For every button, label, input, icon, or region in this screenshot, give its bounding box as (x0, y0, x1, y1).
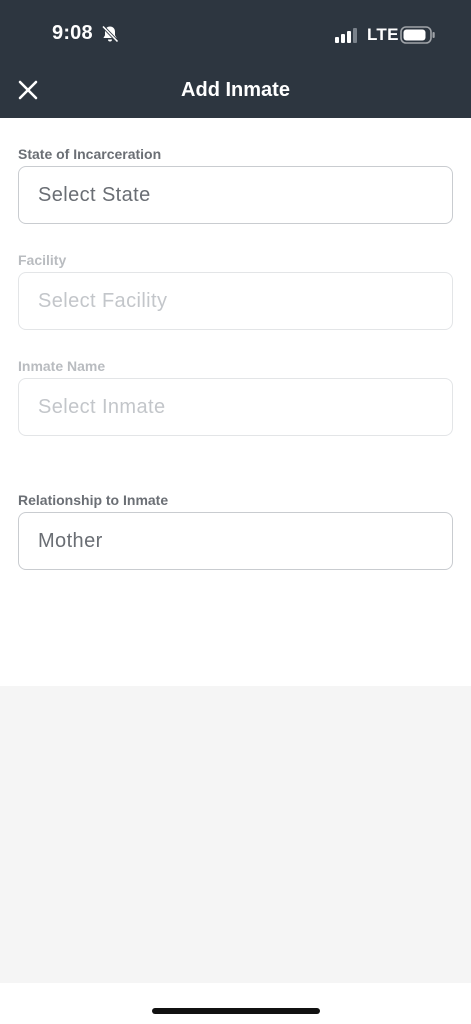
home-indicator[interactable] (152, 1008, 320, 1014)
network-type: LTE (367, 25, 399, 44)
bottom-panel (0, 686, 471, 983)
app-header: 9:08 LTE Add Inmate (0, 0, 471, 118)
relationship-select[interactable]: Mother (18, 512, 453, 570)
status-time: 9:08 (52, 22, 93, 44)
inmate-name-label: Inmate Name (18, 358, 106, 374)
facility-label: Facility (18, 252, 67, 268)
battery-icon (400, 26, 435, 44)
cellular-signal-icon (335, 28, 357, 43)
bell-slash-icon (101, 25, 119, 43)
add-inmate-screen: 9:08 LTE Add Inmate State of Incarcerati… (0, 0, 471, 1024)
inmate-select[interactable]: Select Inmate (18, 378, 453, 436)
page-title: Add Inmate (181, 79, 290, 101)
relationship-label: Relationship to Inmate (18, 492, 169, 508)
state-select[interactable]: Select State (18, 166, 453, 224)
facility-select[interactable]: Select Facility (18, 272, 453, 330)
state-label: State of Incarceration (18, 146, 162, 162)
